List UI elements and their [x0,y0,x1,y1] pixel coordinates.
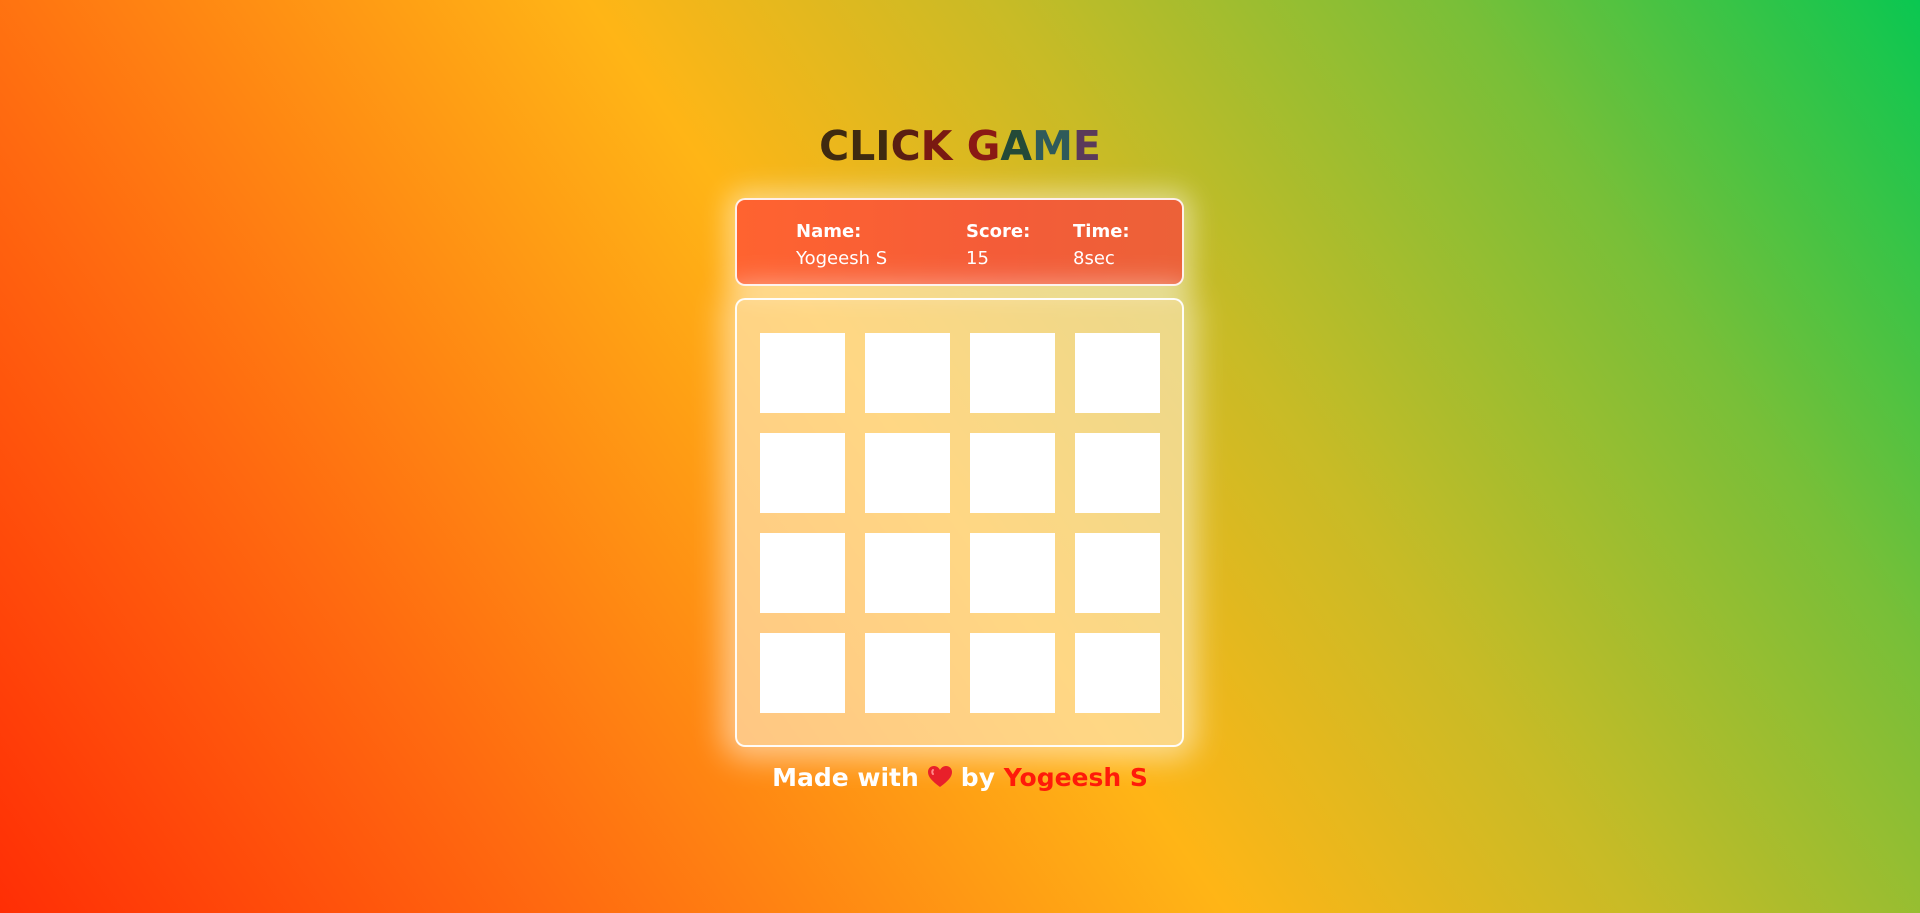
game-cell[interactable] [760,633,845,713]
game-cell[interactable] [970,333,1055,413]
game-cell[interactable] [760,533,845,613]
author-name: Yogeesh S [1003,763,1148,792]
title-letter: G [966,122,1001,170]
game-cell[interactable] [865,533,950,613]
name-column: Name: Yogeesh S [796,219,887,273]
game-cell[interactable] [970,633,1055,713]
name-value: Yogeesh S [796,248,888,269]
title-letter: E [1072,122,1101,170]
title-letter: I [875,122,891,170]
game-cell[interactable] [1075,633,1160,713]
heart-icon [927,765,953,789]
game-cell[interactable] [865,633,950,713]
game-cell[interactable] [1075,533,1160,613]
game-cell[interactable] [760,333,845,413]
game-cell[interactable] [865,433,950,513]
game-cell[interactable] [1075,333,1160,413]
time-value: 8sec [1073,248,1115,269]
footer-credit: Made with by Yogeesh S [0,758,1920,798]
made-with-text: Made with [772,763,919,792]
game-cell[interactable] [865,333,950,413]
title-letter [952,122,966,170]
score-value: 15 [966,248,989,269]
title-letter: L [849,122,876,170]
game-board [735,298,1184,747]
by-text: by [960,763,995,792]
title-letter: K [920,122,953,170]
game-cell[interactable] [970,433,1055,513]
title-letter: C [890,122,921,170]
title-letter: A [1000,122,1033,170]
time-column: Time: 8sec [1073,219,1130,273]
game-cell[interactable] [1075,433,1160,513]
page-title: CLICK GAME [0,122,1920,170]
game-cell[interactable] [970,533,1055,613]
name-label: Name: [796,221,862,242]
player-info-card: Name: Yogeesh S Score: 15 Time: 8sec [735,198,1184,286]
title-letter: C [819,122,850,170]
title-letter: M [1032,122,1073,170]
game-cell[interactable] [760,433,845,513]
score-label: Score: [966,221,1031,242]
score-column: Score: 15 [966,219,1030,273]
time-label: Time: [1073,221,1130,242]
